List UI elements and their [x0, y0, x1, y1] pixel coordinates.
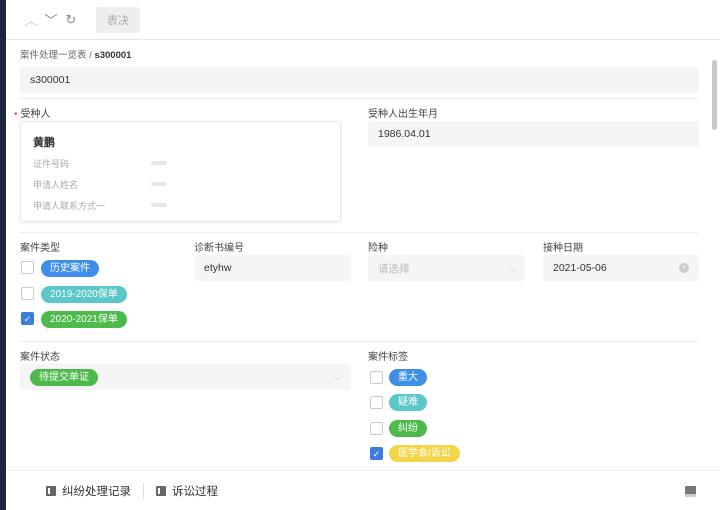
placeholder-bar — [151, 161, 167, 165]
insured-name: 黄鹏 — [33, 137, 55, 149]
case-tag: 重大 — [389, 369, 427, 386]
tab-label: 纠纷处理记录 — [62, 485, 131, 498]
case-tag: 医学会/诉讼 — [389, 445, 460, 462]
id-number-label: 证件号码 — [33, 159, 70, 169]
diagnosis-input[interactable]: etyhw — [194, 255, 351, 281]
refresh-icon[interactable]: ↻ — [62, 12, 80, 28]
case-tag-checkbox-3[interactable]: ✓ — [370, 447, 383, 460]
insured-card[interactable]: 黄鹏 证件号码 申请人姓名 申请人联系方式一 — [20, 121, 341, 222]
case-tag: 纠纷 — [389, 420, 427, 437]
case-type-tag: 2019-2020保单 — [41, 286, 127, 303]
birth-input[interactable]: 1986.04.01 — [368, 121, 699, 147]
vaccination-date-label: 接种日期 — [543, 243, 583, 254]
placeholder-bar — [151, 203, 167, 207]
breadcrumb: 案件处理一览表 / s300001 — [20, 47, 131, 61]
divider — [20, 98, 699, 99]
case-status-tag: 待提交单证 — [30, 369, 98, 386]
toolbar: ︿ ﹀ ↻ 表决 — [6, 0, 720, 40]
applicant-name-label: 申请人姓名 — [33, 180, 79, 190]
breadcrumb-parent[interactable]: 案件处理一览表 — [20, 50, 87, 61]
breadcrumb-separator: / — [89, 50, 92, 61]
case-detail-window: ︿ ﹀ ↻ 表决 案件处理一览表 / s300001 s300001 • 受种人 … — [6, 0, 720, 510]
tab-dispute-records[interactable]: 纠纷处理记录 — [34, 483, 143, 499]
tab-label: 诉讼过程 — [172, 485, 218, 498]
table-icon — [46, 485, 56, 496]
case-status-label: 案件状态 — [20, 352, 60, 363]
diagnosis-label: 诊断书编号 — [194, 243, 244, 254]
case-type-checkbox-0[interactable] — [21, 261, 34, 274]
vaccination-date-input[interactable]: 2021-05-06 — [543, 255, 699, 281]
footer-tabs: 纠纷处理记录 诉讼过程 — [6, 470, 720, 510]
case-number-input[interactable]: s300001 — [20, 67, 699, 93]
case-tag-checkbox-1[interactable] — [370, 396, 383, 409]
divider — [20, 232, 699, 233]
case-tag: 疑难 — [389, 394, 427, 411]
birth-label: 受种人出生年月 — [368, 109, 438, 120]
insured-label-text: 受种人 — [20, 109, 51, 120]
chevron-up-icon[interactable]: ︿ — [22, 10, 40, 29]
case-type-tag: 2020-2021保单 — [41, 311, 127, 328]
table-icon — [156, 485, 166, 496]
tab-litigation-process[interactable]: 诉讼过程 — [144, 483, 230, 499]
placeholder-bar — [151, 182, 167, 186]
scrollbar[interactable] — [712, 60, 717, 130]
divider — [20, 341, 699, 342]
vote-button[interactable]: 表决 — [96, 6, 140, 33]
case-type-checkbox-1[interactable] — [21, 287, 34, 300]
insurance-label: 险种 — [368, 243, 388, 254]
insured-label: • 受种人 — [14, 109, 51, 120]
case-tag-checkbox-2[interactable] — [370, 422, 383, 435]
case-type-tag: 历史案件 — [41, 260, 99, 277]
case-tag-checkbox-0[interactable] — [370, 371, 383, 384]
applicant-contact-label: 申请人联系方式一 — [33, 201, 106, 211]
case-tags-label: 案件标签 — [368, 352, 408, 363]
clear-icon[interactable]: × — [679, 263, 689, 273]
chevron-down-icon: ⌵ — [334, 372, 341, 382]
chevron-down-icon: ⌵ — [509, 263, 516, 273]
breadcrumb-current: s300001 — [94, 50, 132, 61]
chevron-down-icon[interactable]: ﹀ — [42, 10, 60, 29]
panel-toggle-icon[interactable] — [685, 486, 696, 497]
case-type-label: 案件类型 — [20, 243, 60, 254]
case-type-checkbox-2[interactable]: ✓ — [21, 312, 34, 325]
insurance-select[interactable]: 请选择 — [368, 255, 525, 281]
